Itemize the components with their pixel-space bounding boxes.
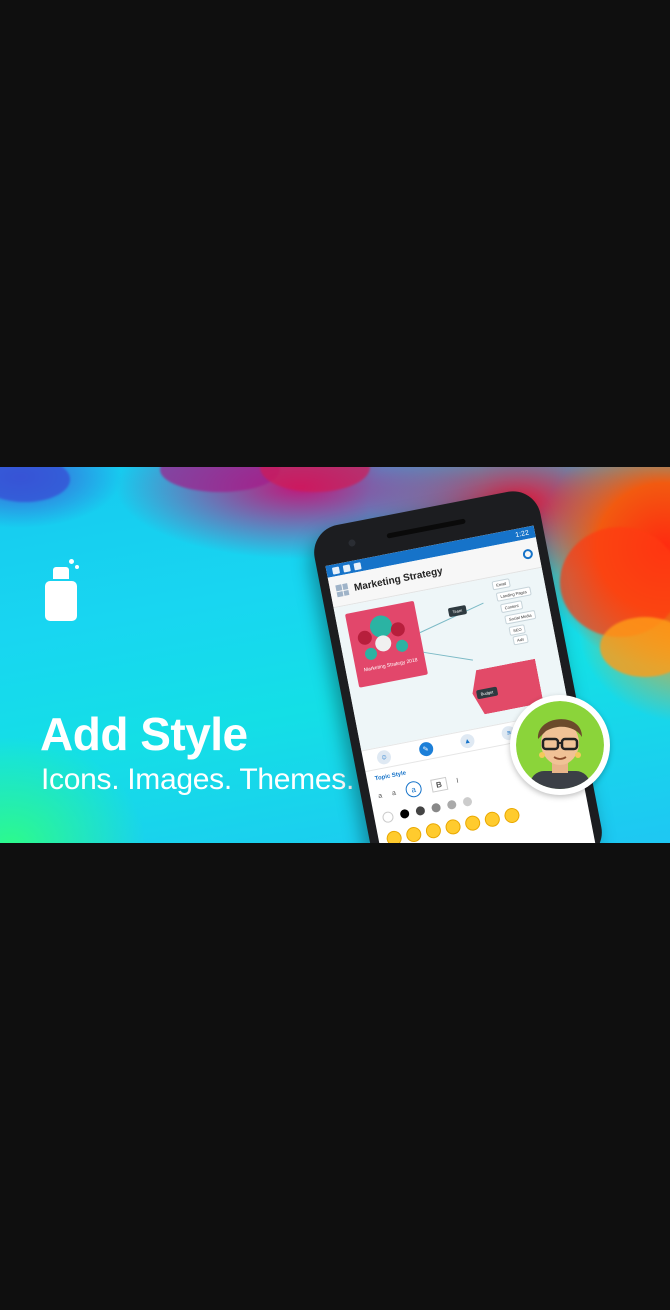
emoji-tool-icon[interactable]: ☺: [375, 749, 393, 766]
share-icon[interactable]: [522, 548, 534, 560]
spray-can-icon: [45, 559, 79, 623]
color-swatch[interactable]: [446, 799, 458, 811]
notification-icon: [342, 563, 351, 573]
notification-icon: [353, 561, 362, 570]
color-swatch[interactable]: [415, 805, 426, 817]
grid-icon[interactable]: [335, 583, 350, 598]
mind-map-node[interactable]: Social Media: [504, 609, 537, 625]
mind-map-node[interactable]: Content: [499, 600, 524, 614]
paint-splash: [0, 467, 70, 502]
font-size-medium[interactable]: a: [391, 789, 396, 797]
font-size-large[interactable]: a: [404, 779, 423, 799]
mind-map-node[interactable]: Ads: [512, 633, 529, 646]
image-tool-icon[interactable]: ▲: [459, 732, 476, 750]
promo-banner: Add Style Icons. Images. Themes. 1:22 Ma…: [0, 467, 670, 843]
status-time: 1:22: [514, 529, 530, 539]
color-swatch[interactable]: [430, 802, 442, 814]
emoji-icon[interactable]: [424, 821, 443, 840]
color-swatch[interactable]: [381, 810, 395, 824]
speaker: [386, 518, 466, 539]
paint-splash: [260, 467, 370, 492]
paint-splash: [600, 617, 670, 677]
emoji-icon[interactable]: [444, 818, 462, 836]
emoji-icon[interactable]: [404, 825, 423, 843]
emoji-icon[interactable]: [503, 806, 521, 825]
italic-button[interactable]: I: [456, 777, 459, 784]
emoji-icon[interactable]: [385, 829, 403, 843]
headline: Add Style: [40, 708, 248, 760]
subline: Icons. Images. Themes.: [41, 763, 354, 796]
style-tool-icon[interactable]: ✎: [417, 740, 435, 758]
emoji-icon[interactable]: [463, 814, 482, 832]
notification-icon: [331, 565, 340, 575]
camera: [347, 538, 357, 548]
map-image-card[interactable]: Marketing Strategy 2018: [344, 600, 428, 688]
user-avatar-icon: [510, 695, 610, 795]
bold-button[interactable]: B: [429, 776, 448, 793]
color-swatch[interactable]: [399, 808, 410, 820]
font-size-small[interactable]: a: [378, 792, 383, 800]
phone-screen: 1:22 Marketing Strategy Marketing Strate…: [325, 525, 598, 843]
mind-map-node[interactable]: Team: [447, 605, 467, 618]
emoji-icon[interactable]: [483, 810, 502, 829]
color-swatch[interactable]: [462, 796, 473, 807]
avatar-illustration: [516, 701, 604, 789]
mind-map-node[interactable]: Email: [491, 578, 511, 591]
